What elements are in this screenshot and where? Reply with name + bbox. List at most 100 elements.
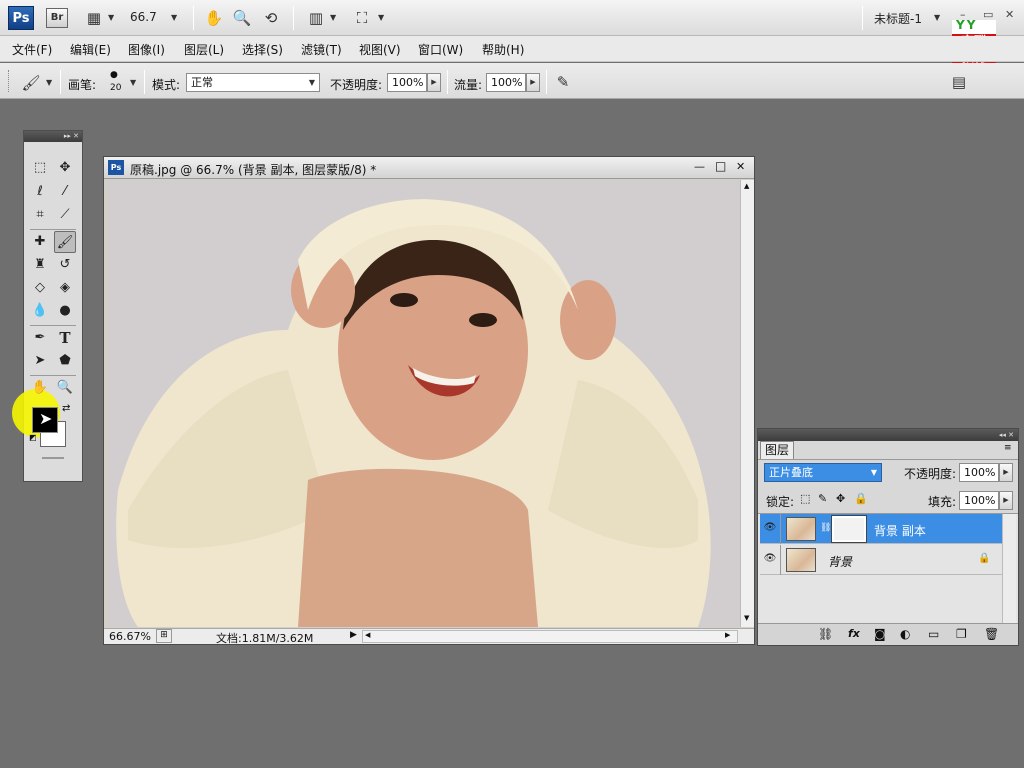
opacity-input[interactable]: 100% — [387, 73, 427, 92]
chevron-down-icon[interactable]: ▼ — [934, 13, 940, 22]
chevron-down-icon[interactable]: ▼ — [378, 13, 384, 22]
screen-mode-icon[interactable]: ▦ — [84, 8, 104, 28]
layer-row[interactable]: 👁 背景 🔒 — [760, 545, 1002, 575]
brush-tool-icon[interactable]: 🖌 — [20, 73, 42, 93]
eraser-tool-icon[interactable]: ◇ — [29, 277, 51, 299]
move-tool-icon[interactable]: ✥ — [54, 157, 76, 179]
blend-mode-select[interactable]: 正片叠底 ▼ — [764, 463, 882, 482]
layer-thumbnail[interactable] — [786, 517, 816, 541]
lasso-tool-icon[interactable]: ℓ — [29, 181, 51, 203]
history-brush-tool-icon[interactable]: ↺ — [54, 254, 76, 276]
pen-tool-icon[interactable]: ✒ — [29, 327, 51, 349]
layer-row[interactable]: 👁 ⛓ 背景 副本 — [760, 514, 1002, 544]
maximize-document-button[interactable]: □ — [715, 159, 726, 173]
scroll-down-icon[interactable]: ▼ — [744, 614, 749, 622]
menu-select[interactable]: 选择(S) — [242, 41, 283, 58]
blur-tool-icon[interactable]: 💧 — [29, 300, 51, 322]
menu-layer[interactable]: 图层(L) — [184, 41, 224, 58]
visibility-eye-icon[interactable]: 👁 — [763, 552, 777, 566]
magic-wand-tool-icon[interactable]: ⁄ — [54, 181, 76, 203]
horizontal-scrollbar[interactable]: ◀ ▶ — [362, 630, 738, 643]
lock-position-icon[interactable]: ✥ — [836, 492, 845, 505]
zoom-tool-icon[interactable]: 🔍 — [232, 8, 252, 28]
brush-tool-icon[interactable]: 🖌 — [54, 231, 76, 253]
menu-file[interactable]: 文件(F) — [12, 41, 52, 58]
hand-tool-icon[interactable]: ✋ — [29, 377, 51, 399]
scroll-left-icon[interactable]: ◀ — [365, 631, 370, 639]
default-colors-icon[interactable]: ◩ — [29, 433, 37, 442]
layers-panel-header[interactable]: ◂◂ ✕ — [758, 429, 1018, 441]
panel-menu-icon[interactable]: ≡ — [1004, 443, 1012, 453]
visibility-eye-icon[interactable]: 👁 — [763, 521, 777, 535]
type-tool-icon[interactable]: T — [54, 327, 76, 349]
layer-thumbnail[interactable] — [786, 548, 816, 572]
chevron-down-icon[interactable]: ▼ — [108, 13, 114, 22]
flow-input[interactable]: 100% — [486, 73, 526, 92]
document-info[interactable]: 文档:1.81M/3.62M — [216, 630, 313, 646]
vertical-scrollbar[interactable]: ▲ ▼ — [740, 180, 754, 627]
document-title-bar[interactable]: Ps 原稿.jpg @ 66.7% (背景 副本, 图层蒙版/8) * — □ … — [104, 157, 754, 179]
layers-scrollbar[interactable] — [1002, 514, 1016, 624]
marquee-tool-icon[interactable]: ⬚ — [29, 157, 51, 179]
layer-opacity-input[interactable]: 100% — [959, 463, 999, 482]
airbrush-icon[interactable]: ✎ — [552, 72, 574, 92]
quick-mask-icon[interactable] — [42, 457, 64, 459]
opacity-slider-button[interactable]: ▶ — [427, 73, 441, 92]
mode-select[interactable]: 正常 ▼ — [186, 73, 320, 92]
rotate-view-icon[interactable]: ⟲ — [260, 8, 282, 28]
menu-edit[interactable]: 编辑(E) — [70, 41, 111, 58]
chevron-down-icon[interactable]: ▼ — [171, 13, 177, 22]
status-menu-arrow-icon[interactable]: ▶ — [350, 630, 357, 640]
flow-slider-button[interactable]: ▶ — [526, 73, 540, 92]
zoom-percentage[interactable]: 66.67% — [109, 630, 151, 643]
menu-view[interactable]: 视图(V) — [359, 41, 401, 58]
path-selection-tool-icon[interactable]: ➤ — [29, 350, 51, 372]
clone-stamp-tool-icon[interactable]: ♜ — [29, 254, 51, 276]
chevron-down-icon[interactable]: ▼ — [330, 13, 336, 22]
fill-slider-button[interactable]: ▶ — [999, 491, 1013, 510]
swap-colors-icon[interactable]: ⇄ — [62, 403, 70, 414]
crop-tool-icon[interactable]: ⌗ — [29, 204, 51, 226]
tab-layers[interactable]: 图层 — [760, 441, 794, 459]
arrange-documents-icon[interactable]: ▥ — [306, 8, 326, 28]
layer-mask-thumbnail[interactable] — [831, 515, 867, 543]
layer-name[interactable]: 背景 — [828, 553, 852, 570]
eyedropper-tool-icon[interactable]: ⟋ — [54, 204, 76, 226]
image-canvas[interactable] — [108, 180, 740, 627]
menu-window[interactable]: 窗口(W) — [418, 41, 463, 58]
dodge-tool-icon[interactable]: ● — [54, 300, 76, 322]
layer-name[interactable]: 背景 副本 — [874, 522, 926, 539]
tools-panel-header[interactable]: ▸▸ ✕ — [24, 131, 82, 142]
zoom-options-icon[interactable]: ⊞ — [156, 629, 172, 643]
menu-help[interactable]: 帮助(H) — [482, 41, 524, 58]
chevron-down-icon[interactable]: ▼ — [46, 78, 52, 87]
screen-mode-full-icon[interactable]: ⛶ — [352, 8, 372, 28]
new-group-icon[interactable]: ▭ — [928, 627, 939, 641]
delete-layer-icon[interactable]: 🗑 — [984, 627, 999, 641]
menu-filter[interactable]: 滤镜(T) — [301, 41, 342, 58]
paint-bucket-tool-icon[interactable]: ◈ — [54, 277, 76, 299]
add-mask-icon[interactable]: ◙ — [874, 627, 886, 641]
hand-tool-icon[interactable]: ✋ — [204, 8, 224, 28]
healing-brush-tool-icon[interactable]: ✚ — [29, 231, 51, 253]
zoom-level[interactable]: 66.7 — [130, 10, 157, 24]
chevron-down-icon[interactable]: ▼ — [130, 78, 136, 87]
menu-image[interactable]: 图像(I) — [128, 41, 165, 58]
lock-all-icon[interactable]: 🔒 — [854, 492, 868, 505]
scroll-up-icon[interactable]: ▲ — [744, 182, 749, 190]
workspace-title[interactable]: 未标题-1 — [874, 10, 922, 27]
mask-link-icon[interactable]: ⛓ — [820, 523, 831, 533]
link-layers-icon[interactable]: ⛓ — [818, 627, 833, 641]
close-document-button[interactable]: ✕ — [736, 160, 745, 173]
minimize-document-button[interactable]: — — [694, 160, 705, 173]
brush-preset-dot-icon[interactable]: ● — [110, 70, 118, 80]
fx-icon[interactable]: fx — [848, 627, 860, 640]
brush-size[interactable]: 20 — [110, 83, 121, 93]
close-icon[interactable]: ✕ — [1005, 8, 1014, 21]
adjustment-layer-icon[interactable]: ◐ — [900, 627, 910, 641]
grip-handle[interactable] — [8, 70, 12, 92]
photoshop-logo[interactable]: Ps — [8, 6, 34, 30]
fill-input[interactable]: 100% — [959, 491, 999, 510]
lock-image-icon[interactable]: ✎ — [818, 492, 827, 505]
brush-panel-icon[interactable]: ▤ — [948, 72, 970, 92]
